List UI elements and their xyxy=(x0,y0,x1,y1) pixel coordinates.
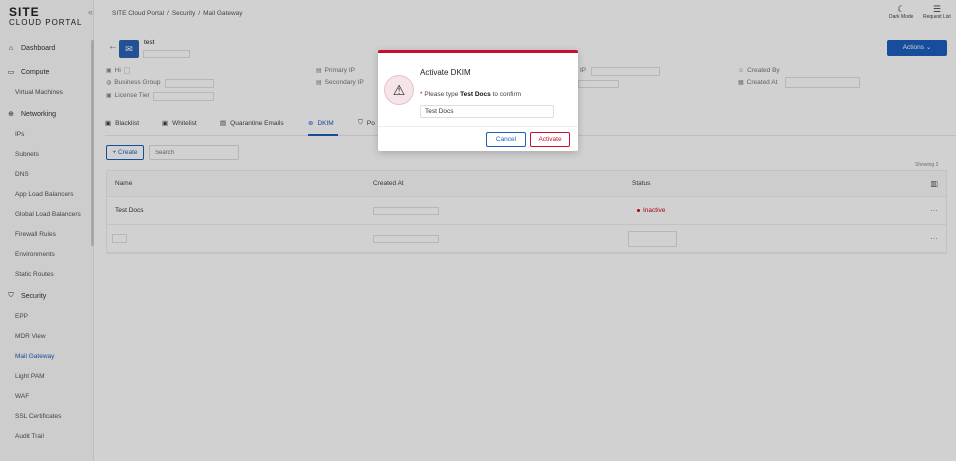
activate-button[interactable]: Activate xyxy=(530,132,570,147)
cancel-button[interactable]: Cancel xyxy=(486,132,526,147)
activate-dkim-modal: ⚠ Activate DKIM * Please type Test Docs … xyxy=(378,50,578,151)
prompt-prefix: Please type xyxy=(424,91,461,98)
modal-title: Activate DKIM xyxy=(420,68,471,77)
prompt-suffix: to confirm xyxy=(490,91,522,98)
prompt-bold: Test Docs xyxy=(460,91,491,98)
modal-prompt: * Please type Test Docs to confirm xyxy=(420,91,521,98)
confirm-name-input[interactable] xyxy=(420,105,554,118)
modal-divider xyxy=(378,126,578,127)
warning-icon: ⚠ xyxy=(384,75,414,105)
